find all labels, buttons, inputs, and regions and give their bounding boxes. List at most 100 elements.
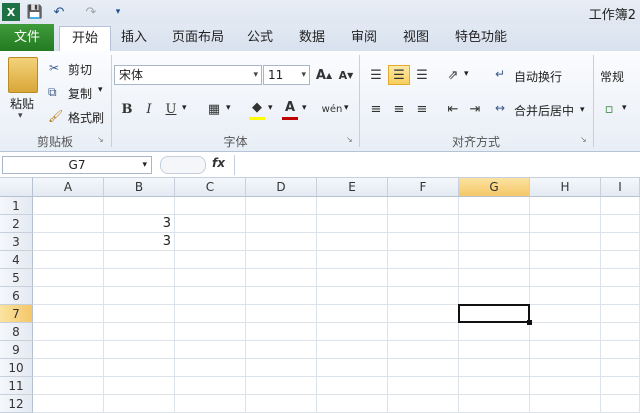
align-left-icon[interactable]: ≡ — [365, 99, 387, 119]
row-header-2[interactable]: 2 — [0, 215, 33, 233]
cell-d10[interactable] — [246, 359, 317, 377]
cell-g9[interactable] — [459, 341, 530, 359]
cell-e1[interactable] — [317, 197, 388, 215]
cell-i3[interactable] — [601, 233, 640, 251]
cell-a2[interactable] — [33, 215, 104, 233]
cell-b12[interactable] — [104, 395, 175, 413]
cell-a6[interactable] — [33, 287, 104, 305]
borders-icon[interactable]: ▦ — [203, 99, 225, 119]
cell-e4[interactable] — [317, 251, 388, 269]
cell-b7[interactable] — [104, 305, 175, 323]
cell-i8[interactable] — [601, 323, 640, 341]
name-box[interactable]: G7 ▾ — [2, 156, 152, 174]
cut-button[interactable]: 剪切 — [68, 61, 92, 78]
cell-f11[interactable] — [388, 377, 459, 395]
cell-e7[interactable] — [317, 305, 388, 323]
clipboard-launcher-icon[interactable]: ↘ — [97, 135, 104, 144]
column-header-e[interactable]: E — [317, 178, 388, 197]
cell-f5[interactable] — [388, 269, 459, 287]
phonetic-icon[interactable]: wén — [321, 99, 343, 119]
cell-i7[interactable] — [601, 305, 640, 323]
column-header-f[interactable]: F — [388, 178, 459, 197]
cell-i9[interactable] — [601, 341, 640, 359]
cell-d8[interactable] — [246, 323, 317, 341]
grow-font-icon[interactable]: A ▲ — [313, 65, 335, 85]
cell-b9[interactable] — [104, 341, 175, 359]
cell-e9[interactable] — [317, 341, 388, 359]
excel-logo-icon[interactable]: X — [2, 3, 20, 21]
cell-g11[interactable] — [459, 377, 530, 395]
cell-f10[interactable] — [388, 359, 459, 377]
cell-b11[interactable] — [104, 377, 175, 395]
cell-h4[interactable] — [530, 251, 601, 269]
paste-dropdown-icon[interactable]: ▾ — [18, 111, 23, 121]
cell-g8[interactable] — [459, 323, 530, 341]
wrap-text-button[interactable]: 自动换行 — [514, 68, 562, 85]
align-top-icon[interactable]: ☰ — [365, 65, 387, 85]
tab-review[interactable]: 审阅 — [346, 26, 382, 50]
cell-b10[interactable] — [104, 359, 175, 377]
cell-g12[interactable] — [459, 395, 530, 413]
copy-button[interactable]: 复制 — [68, 85, 92, 102]
cell-f7[interactable] — [388, 305, 459, 323]
customize-icon[interactable]: ▾ — [112, 3, 124, 21]
cell-i6[interactable] — [601, 287, 640, 305]
cell-g3[interactable] — [459, 233, 530, 251]
cell-f4[interactable] — [388, 251, 459, 269]
column-header-a[interactable]: A — [33, 178, 104, 197]
cell-c2[interactable] — [175, 215, 246, 233]
paste-icon[interactable] — [8, 57, 38, 93]
cell-a4[interactable] — [33, 251, 104, 269]
row-header-3[interactable]: 3 — [0, 233, 33, 251]
column-header-h[interactable]: H — [530, 178, 601, 197]
cell-f6[interactable] — [388, 287, 459, 305]
tab-data[interactable]: 数据 — [294, 26, 330, 50]
cell-c7[interactable] — [175, 305, 246, 323]
font-color-icon[interactable]: A — [279, 97, 301, 117]
cell-d5[interactable] — [246, 269, 317, 287]
cell-f2[interactable] — [388, 215, 459, 233]
fill-color-dropdown-icon[interactable]: ▾ — [268, 103, 273, 113]
tab-special-features[interactable]: 特色功能 — [448, 26, 514, 50]
row-header-8[interactable]: 8 — [0, 323, 33, 341]
cell-f1[interactable] — [388, 197, 459, 215]
cell-a5[interactable] — [33, 269, 104, 287]
cell-a9[interactable] — [33, 341, 104, 359]
orientation-icon[interactable]: ⇗ — [442, 65, 464, 85]
cell-e10[interactable] — [317, 359, 388, 377]
cell-a7[interactable] — [33, 305, 104, 323]
cell-d11[interactable] — [246, 377, 317, 395]
format-painter-button[interactable]: 格式刷 — [68, 109, 104, 126]
undo-icon[interactable]: ↶ — [48, 3, 70, 21]
cell-e3[interactable] — [317, 233, 388, 251]
cell-g1[interactable] — [459, 197, 530, 215]
row-header-10[interactable]: 10 — [0, 359, 33, 377]
cell-i4[interactable] — [601, 251, 640, 269]
cell-e2[interactable] — [317, 215, 388, 233]
alignment-launcher-icon[interactable]: ↘ — [580, 135, 587, 144]
cell-a8[interactable] — [33, 323, 104, 341]
font-size-select[interactable]: 11 ▾ — [263, 65, 310, 85]
cell-g2[interactable] — [459, 215, 530, 233]
cell-a11[interactable] — [33, 377, 104, 395]
formula-input[interactable] — [240, 157, 636, 173]
cell-d6[interactable] — [246, 287, 317, 305]
cell-e12[interactable] — [317, 395, 388, 413]
cell-c1[interactable] — [175, 197, 246, 215]
cell-f12[interactable] — [388, 395, 459, 413]
cell-d4[interactable] — [246, 251, 317, 269]
cell-g5[interactable] — [459, 269, 530, 287]
merge-center-button[interactable]: 合并后居中 — [514, 102, 574, 119]
italic-button[interactable]: I — [138, 99, 160, 119]
cell-b2[interactable]: 3 — [104, 215, 175, 233]
align-center-icon[interactable]: ≡ — [388, 99, 410, 119]
cell-i10[interactable] — [601, 359, 640, 377]
cell-e6[interactable] — [317, 287, 388, 305]
row-header-12[interactable]: 12 — [0, 395, 33, 413]
cell-b3[interactable]: 3 — [104, 233, 175, 251]
paste-button[interactable]: 粘贴 — [10, 95, 34, 112]
currency-format-icon[interactable]: ▫ — [598, 99, 620, 119]
cell-f3[interactable] — [388, 233, 459, 251]
row-header-4[interactable]: 4 — [0, 251, 33, 269]
row-header-1[interactable]: 1 — [0, 197, 33, 215]
